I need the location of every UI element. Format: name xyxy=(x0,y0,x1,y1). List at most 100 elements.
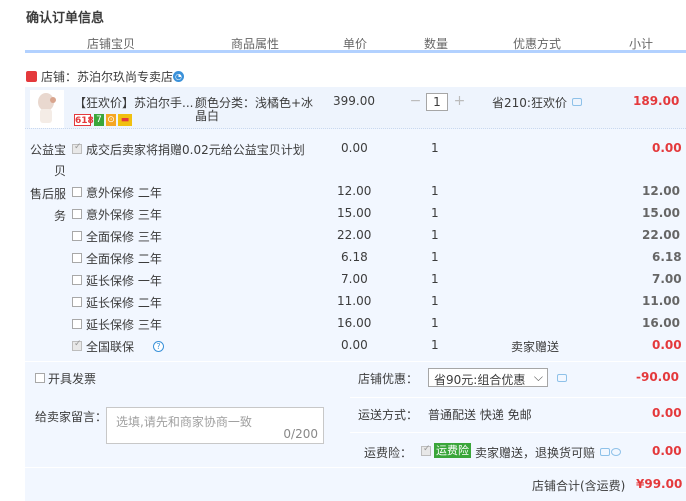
service-qty: 1 xyxy=(431,272,439,286)
section-divider xyxy=(25,361,686,362)
product-name-link[interactable]: 【狂欢价】苏泊尔手... xyxy=(74,94,193,111)
insurance-checkbox[interactable] xyxy=(421,444,431,456)
shop-discount-amount: -90.00 xyxy=(636,370,679,384)
message-placeholder: 选填,请先和商家协商一致 xyxy=(116,415,252,429)
page-title: 确认订单信息 xyxy=(26,11,105,26)
shop-discount-selected: 省90元:组合优惠 xyxy=(434,373,526,387)
service-name: 意外保修 二年 xyxy=(86,186,162,200)
table-row xyxy=(25,335,26,336)
column-header-subtotal: 小计 xyxy=(629,37,654,51)
charity-subtotal: 0.00 xyxy=(652,141,682,155)
service-qty: 1 xyxy=(431,228,439,242)
charity-label: 公益宝 xyxy=(30,143,67,157)
seller-message-input[interactable]: 选填,请先和商家协商一致 0/200 xyxy=(106,407,324,444)
question-icon[interactable]: ? xyxy=(153,341,164,352)
item-subtotal: 189.00 xyxy=(633,94,680,108)
service-checkbox[interactable] xyxy=(72,339,82,351)
message-label: 给卖家留言： xyxy=(35,410,108,424)
quantity-input[interactable]: 1 xyxy=(426,93,448,111)
service-qty: 1 xyxy=(431,206,439,220)
service-price: 6.18 xyxy=(341,250,368,264)
section-divider xyxy=(350,432,686,433)
services-label-cont: 务 xyxy=(54,209,67,223)
table-row xyxy=(25,313,26,314)
service-checkbox[interactable] xyxy=(72,253,82,263)
service-qty: 1 xyxy=(431,316,439,330)
shop-discount-label: 店铺优惠： xyxy=(358,372,419,386)
service-subtotal: 15.00 xyxy=(642,206,680,220)
service-checkbox[interactable] xyxy=(72,187,82,197)
section-divider xyxy=(25,467,686,468)
service-checkbox[interactable] xyxy=(72,209,82,219)
column-header-attributes: 商品属性 xyxy=(231,37,280,51)
delivery-method: 普通配送 快递 免邮 xyxy=(428,408,532,422)
service-promo: 卖家赠送 xyxy=(511,340,560,354)
service-name: 延长保修 三年 xyxy=(86,318,162,332)
discount-info-icon[interactable] xyxy=(557,374,567,382)
insurance-info-icon[interactable] xyxy=(600,448,610,456)
service-subtotal: 16.00 xyxy=(642,316,680,330)
charity-checkbox[interactable] xyxy=(72,142,82,154)
table-row xyxy=(25,225,26,226)
column-header-quantity: 数量 xyxy=(424,37,449,51)
chevron-down-icon: ⌵ xyxy=(533,370,543,384)
service-subtotal: 12.00 xyxy=(642,184,680,198)
invoice-checkbox[interactable] xyxy=(35,373,45,383)
table-row xyxy=(25,203,26,204)
product-thumbnail[interactable] xyxy=(30,90,64,128)
tag-7day-icon: 7 xyxy=(94,114,104,126)
table-row xyxy=(25,247,26,248)
help-icon[interactable] xyxy=(611,448,621,456)
services-label: 售后服 xyxy=(30,187,67,201)
service-price: 0.00 xyxy=(341,338,368,352)
service-checkbox[interactable] xyxy=(72,231,82,241)
charity-label-cont: 贝 xyxy=(54,164,67,178)
table-row xyxy=(25,181,26,182)
service-name: 全面保修 三年 xyxy=(86,230,162,244)
tag-coin-icon: ⊙ xyxy=(106,114,116,126)
insurance-badge: 运费险 xyxy=(434,443,471,458)
table-row xyxy=(25,269,26,270)
shop-total-label: 店铺合计(含运费) xyxy=(532,479,626,493)
charity-text: 成交后卖家将捐赠0.02元给公益宝贝计划 xyxy=(86,143,305,157)
item-price: 399.00 xyxy=(333,94,375,108)
insurance-text: 卖家赠送，退换货可赔 xyxy=(475,446,596,460)
message-counter: 0/200 xyxy=(283,427,318,441)
column-header-discount: 优惠方式 xyxy=(513,37,562,51)
wangwang-icon[interactable]: ◔ xyxy=(173,71,184,82)
qty-decrement-button[interactable]: − xyxy=(407,93,424,110)
charity-qty: 1 xyxy=(431,141,439,155)
service-checkbox[interactable] xyxy=(72,275,82,285)
shop-icon xyxy=(26,71,37,82)
service-name: 意外保修 三年 xyxy=(86,208,162,222)
service-subtotal: 22.00 xyxy=(642,228,680,242)
service-qty: 1 xyxy=(431,250,439,264)
service-price: 12.00 xyxy=(337,184,372,198)
service-qty: 1 xyxy=(431,294,439,308)
qty-increment-button[interactable]: + xyxy=(451,93,468,110)
tag-618-icon: 618 xyxy=(74,114,94,126)
product-attributes-cont: 晶白 xyxy=(195,109,220,123)
column-header-price: 单价 xyxy=(343,37,368,51)
shop-name-link[interactable]: 苏泊尔玖尚专卖店 xyxy=(77,70,173,84)
service-price: 11.00 xyxy=(337,294,372,308)
service-name: 全面保修 二年 xyxy=(86,252,162,266)
service-price: 16.00 xyxy=(337,316,372,330)
item-promo: 省210:狂欢价 xyxy=(492,96,567,110)
insurance-label: 运费险： xyxy=(364,446,413,460)
column-header-shop-item: 店铺宝贝 xyxy=(87,37,136,51)
promo-info-icon[interactable] xyxy=(572,98,582,106)
shop-total-amount: ¥99.00 xyxy=(636,477,683,491)
service-subtotal: 0.00 xyxy=(652,338,682,352)
service-subtotal: 6.18 xyxy=(652,250,682,264)
table-row xyxy=(25,291,26,292)
shop-discount-select[interactable]: 省90元:组合优惠 ⌵ xyxy=(428,368,548,387)
service-checkbox[interactable] xyxy=(72,319,82,329)
tag-card-icon: ▬ xyxy=(118,114,132,126)
mixer-image-icon xyxy=(38,93,56,123)
service-checkbox[interactable] xyxy=(72,297,82,307)
shop-label: 店铺：苏泊尔玖尚专卖店 xyxy=(41,70,174,84)
service-price: 15.00 xyxy=(337,206,372,220)
invoice-label: 开具发票 xyxy=(48,372,97,386)
section-divider xyxy=(350,397,686,398)
